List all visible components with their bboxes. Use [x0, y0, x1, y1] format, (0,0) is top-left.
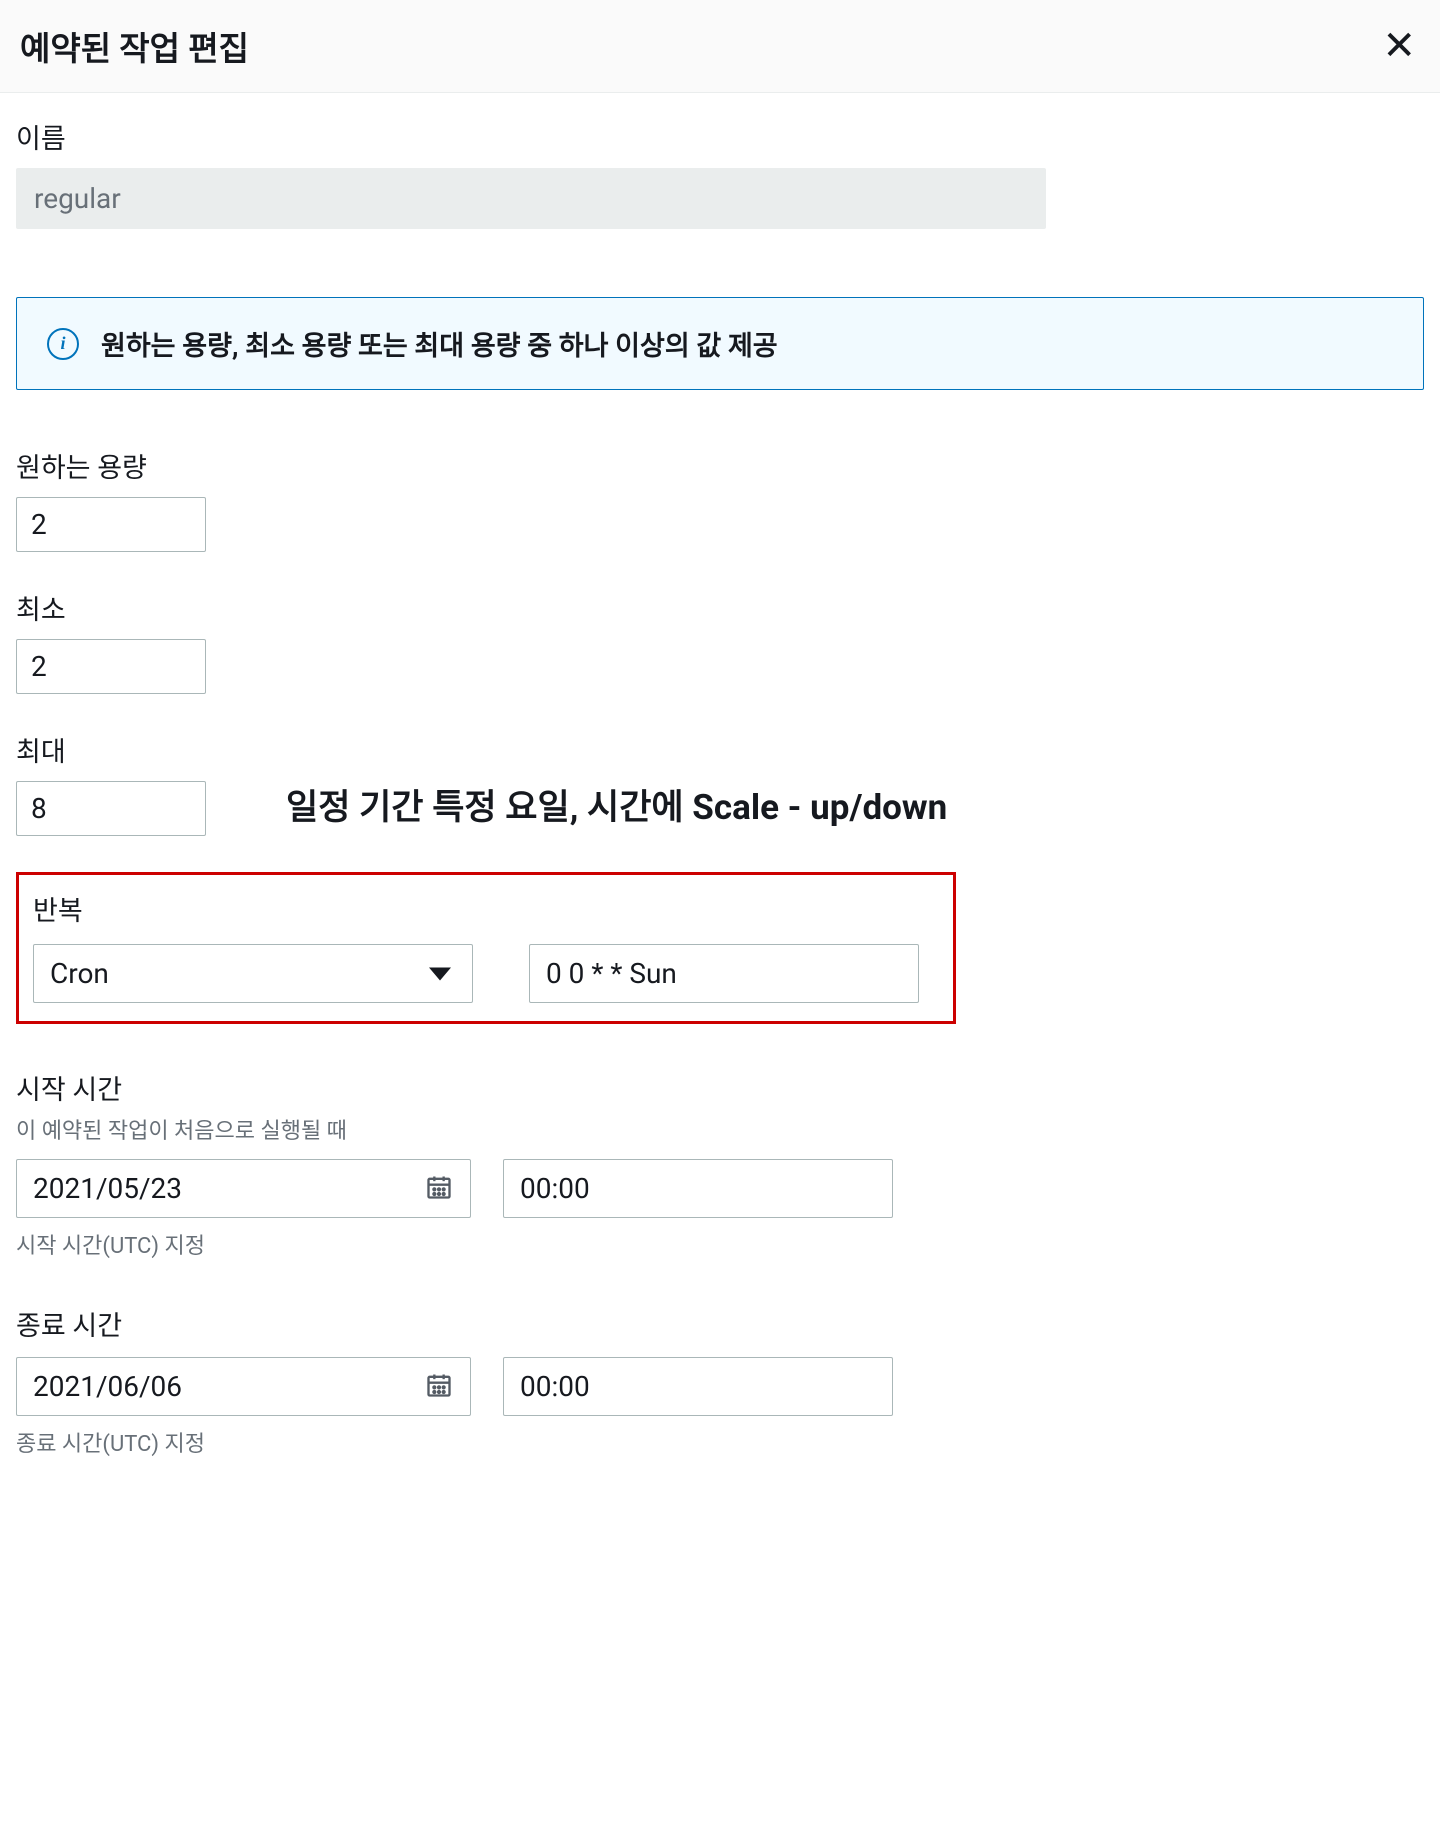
end-time-group: 종료 시간 — [16, 1304, 1424, 1458]
info-alert: i 원하는 용량, 최소 용량 또는 최대 용량 중 하나 이상의 값 제공 — [16, 297, 1424, 390]
min-capacity-input[interactable] — [16, 639, 206, 694]
annotation-text: 일정 기간 특정 요일, 시간에 Scale - up/down — [286, 779, 947, 836]
start-time-label: 시작 시간 — [16, 1068, 1424, 1107]
repeat-row: Cron — [33, 944, 939, 1003]
end-date-row — [16, 1357, 1424, 1416]
end-time-label: 종료 시간 — [16, 1304, 1424, 1343]
start-time-input[interactable] — [503, 1159, 893, 1218]
info-icon: i — [47, 328, 79, 360]
repeat-select-wrap[interactable]: Cron — [33, 944, 473, 1003]
dialog-content: 이름 regular i 원하는 용량, 최소 용량 또는 최대 용량 중 하나… — [0, 93, 1440, 1482]
max-capacity-label: 최대 — [16, 730, 206, 769]
name-label: 이름 — [16, 117, 1424, 156]
start-time-desc: 이 예약된 작업이 처음으로 실행될 때 — [16, 1113, 1424, 1145]
repeat-highlight-box: 반복 Cron — [16, 872, 956, 1024]
start-time-footer: 시작 시간(UTC) 지정 — [16, 1228, 1424, 1260]
repeat-label: 반복 — [33, 889, 939, 928]
max-capacity-group: 최대 일정 기간 특정 요일, 시간에 Scale - up/down — [16, 730, 1424, 836]
end-time-footer: 종료 시간(UTC) 지정 — [16, 1426, 1424, 1458]
min-capacity-group: 최소 — [16, 588, 1424, 694]
dialog-title: 예약된 작업 편집 — [20, 22, 249, 70]
desired-capacity-group: 원하는 용량 — [16, 446, 1424, 552]
start-date-wrap — [16, 1159, 471, 1218]
name-field-group: 이름 regular — [16, 117, 1424, 229]
close-icon[interactable]: ✕ — [1378, 26, 1420, 66]
start-date-input[interactable] — [16, 1159, 471, 1218]
name-readonly-input: regular — [16, 168, 1046, 229]
start-time-group: 시작 시간 이 예약된 작업이 처음으로 실행될 때 — [16, 1068, 1424, 1260]
end-date-wrap — [16, 1357, 471, 1416]
start-date-row — [16, 1159, 1424, 1218]
desired-capacity-label: 원하는 용량 — [16, 446, 1424, 485]
end-time-input[interactable] — [503, 1357, 893, 1416]
end-date-input[interactable] — [16, 1357, 471, 1416]
min-capacity-label: 최소 — [16, 588, 1424, 627]
max-capacity-input[interactable] — [16, 781, 206, 836]
cron-expression-input[interactable] — [529, 944, 919, 1003]
dialog-header: 예약된 작업 편집 ✕ — [0, 0, 1440, 93]
desired-capacity-input[interactable] — [16, 497, 206, 552]
info-text: 원하는 용량, 최소 용량 또는 최대 용량 중 하나 이상의 값 제공 — [101, 324, 778, 363]
repeat-select[interactable]: Cron — [33, 944, 473, 1003]
